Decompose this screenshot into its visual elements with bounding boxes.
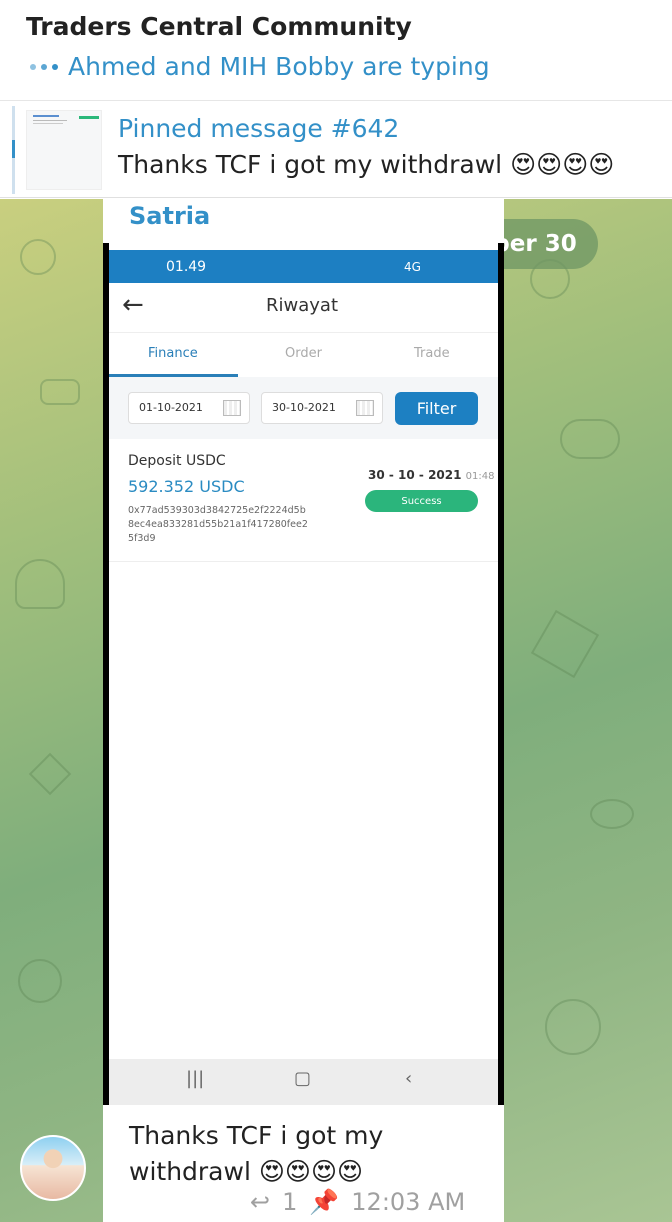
deposit-date: 30 - 10 - 2021 01:48: [368, 468, 494, 482]
home-icon: ▢: [294, 1068, 312, 1089]
date-to-field: 30-10-2021: [261, 392, 383, 424]
deposit-time: 01:48: [465, 471, 495, 482]
tab-order: Order: [285, 346, 322, 361]
deposit-hash: 0x77ad539303d3842725e2f2224d5b8ec4ea8332…: [128, 505, 308, 544]
filter-button: Filter: [395, 392, 478, 425]
chat-title[interactable]: Traders Central Community: [26, 12, 412, 41]
app-title: Riwayat: [266, 295, 338, 316]
sender-avatar[interactable]: [20, 1135, 86, 1201]
typing-text: Ahmed and MIH Bobby are typing: [68, 52, 490, 81]
back-arrow-icon: ←: [122, 290, 144, 320]
sender-name[interactable]: Satria: [129, 202, 210, 230]
back-icon: ‹: [405, 1068, 413, 1089]
reply-count[interactable]: 1: [282, 1188, 297, 1216]
phone-signal-icon: 4G: [404, 260, 421, 274]
screenshot-screen: [109, 243, 498, 1105]
pin-icon: 📌: [309, 1188, 340, 1216]
pinned-text[interactable]: Thanks TCF i got my withdrawl 😍😍😍😍: [118, 150, 614, 179]
recents-icon: |||: [186, 1068, 205, 1089]
calendar-icon: [356, 400, 374, 416]
deposit-amount: 592.352 USDC: [128, 477, 245, 496]
message-text: Thanks TCF i got my withdrawl 😍😍😍😍: [129, 1121, 384, 1186]
calendar-icon: [223, 400, 241, 416]
row-divider: [109, 561, 498, 562]
reply-icon[interactable]: ↩: [250, 1188, 270, 1216]
pinned-thumbnail[interactable]: [26, 110, 102, 190]
deposit-date-value: 30 - 10 - 2021: [368, 468, 462, 482]
date-from-value: 01-10-2021: [139, 401, 203, 414]
deposit-title: Deposit USDC: [128, 453, 226, 469]
pinned-indicator-active: [12, 140, 15, 158]
chat-header[interactable]: Traders Central Community Ahmed and MIH …: [0, 0, 672, 101]
pinned-title[interactable]: Pinned message #642: [118, 114, 399, 143]
tab-finance: Finance: [148, 346, 198, 361]
date-from-field: 01-10-2021: [128, 392, 250, 424]
message-time: 12:03 AM: [351, 1188, 466, 1216]
status-badge: Success: [365, 490, 478, 512]
tab-trade: Trade: [414, 346, 450, 361]
date-to-value: 30-10-2021: [272, 401, 336, 414]
typing-indicator: Ahmed and MIH Bobby are typing: [30, 52, 490, 81]
phone-status-time: 01.49: [166, 259, 207, 275]
message-meta: ↩ 1 📌 12:03 AM: [250, 1188, 465, 1216]
typing-dots-icon: [30, 63, 58, 70]
